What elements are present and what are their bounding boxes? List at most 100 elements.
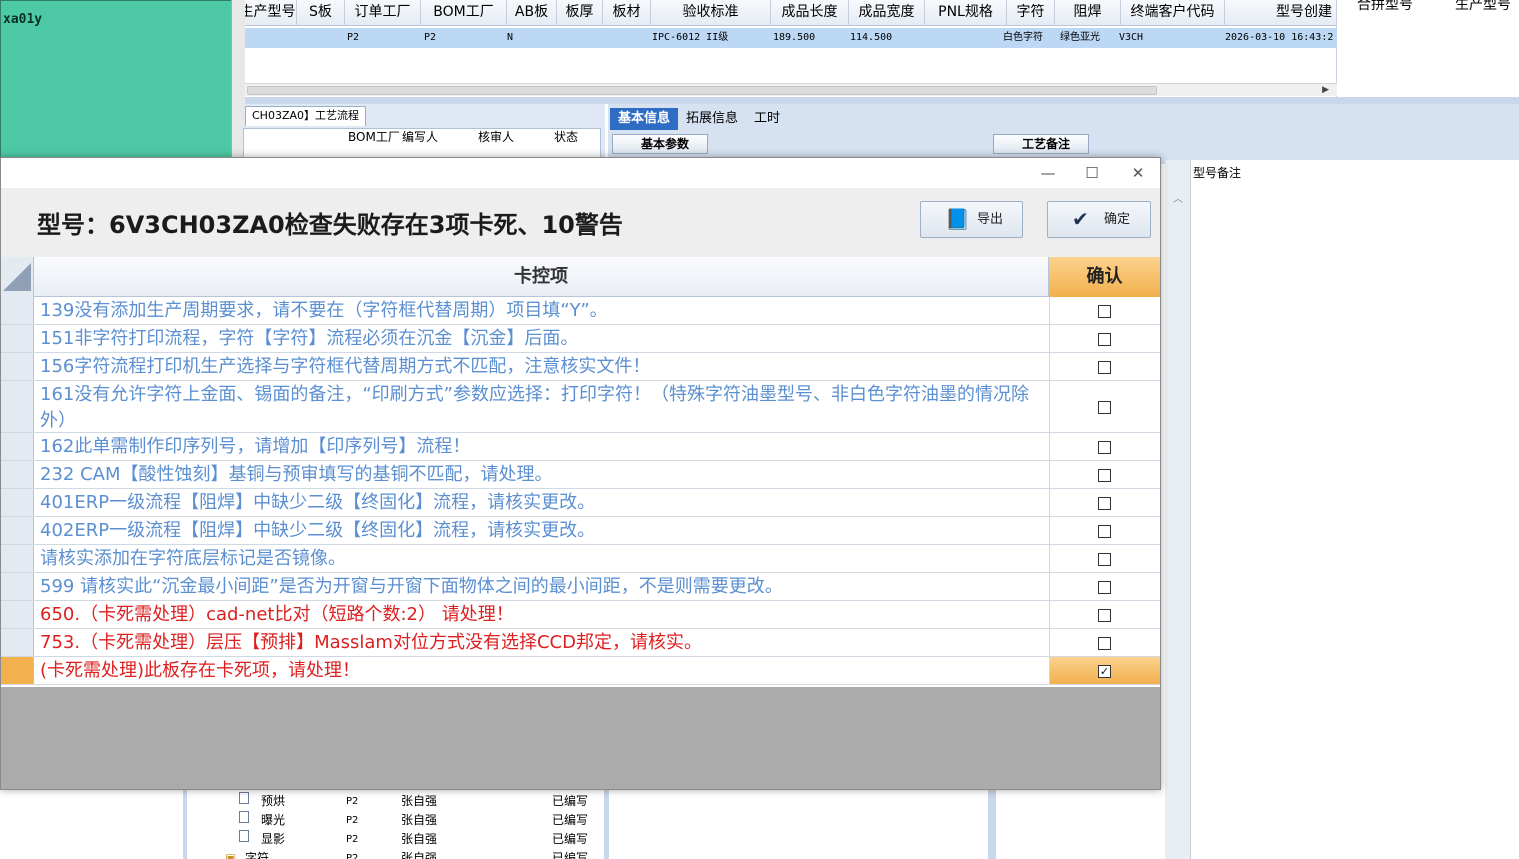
confirm-checkbox[interactable] <box>1098 361 1111 374</box>
tab-basic-info[interactable]: 基本信息 <box>610 108 679 130</box>
select-all-corner[interactable] <box>1 257 34 297</box>
control-item-text: (卡死需处理)此板存在卡死项，请处理！ <box>40 660 361 681</box>
control-item-text: 请核实添加在字符底层标记是否镜像。 <box>40 548 346 569</box>
control-items-table: 卡控项 确认 139没有添加生产周期要求，请不要在（字符框代替周期）项目填“Y”… <box>1 257 1160 687</box>
merge-grid[interactable]: 合拼型号 生产型号 <box>1337 0 1519 97</box>
confirm-checkbox[interactable] <box>1098 441 1111 454</box>
table-row[interactable]: 402ERP一级流程【阻焊】中缺少二级【终固化】流程，请核实更改。 <box>1 517 1160 545</box>
table-row[interactable]: 请核实添加在字符底层标记是否镜像。 <box>1 545 1160 573</box>
row-selector[interactable] <box>1 629 34 656</box>
dialog-empty-area <box>1 687 1160 789</box>
confirm-checkbox[interactable] <box>1098 581 1111 594</box>
pane-divider[interactable] <box>988 790 996 859</box>
col-production-model[interactable]: 生产型号 <box>239 0 297 26</box>
col-solder-mask[interactable]: 阻焊 <box>1055 0 1121 26</box>
table-row[interactable]: 650.（卡死需处理）cad-net比对（短路个数:2） 请处理！ <box>1 601 1160 629</box>
col-thickness[interactable]: 板厚 <box>557 0 603 26</box>
col-production-model-2[interactable]: 生产型号 <box>1455 0 1511 13</box>
row-selector[interactable] <box>1 573 34 600</box>
col-created[interactable]: 型号创建 <box>1225 0 1337 26</box>
maximize-button[interactable]: ☐ <box>1077 162 1107 184</box>
table-row[interactable]: 139没有添加生产周期要求，请不要在（字符框代替周期）项目填“Y”。 <box>1 297 1160 325</box>
table-row[interactable]: 599 请核实此“沉金最小间距”是否为开窗与开窗下面物体之间的最小间距，不是则需… <box>1 573 1160 601</box>
col-character[interactable]: 字符 <box>1007 0 1055 26</box>
dialog-titlebar[interactable]: — ☐ ✕ <box>1 158 1160 188</box>
minimize-button[interactable]: — <box>1033 162 1063 184</box>
close-button[interactable]: ✕ <box>1123 162 1153 184</box>
col-pnl[interactable]: PNL规格 <box>925 0 1007 26</box>
table-row[interactable]: 401ERP一级流程【阻焊】中缺少二级【终固化】流程，请核实更改。 <box>1 489 1160 517</box>
row-selector[interactable] <box>1 433 34 460</box>
confirm-checkbox[interactable] <box>1098 401 1111 414</box>
table-row[interactable]: (卡死需处理)此板存在卡死项，请处理！ ✓ <box>1 657 1160 685</box>
splitter-bar[interactable] <box>243 97 1519 104</box>
scroll-up-icon[interactable]: ︿ <box>1173 190 1183 205</box>
confirm-checkbox[interactable] <box>1098 525 1111 538</box>
tab-process-remark[interactable]: 工艺备注 <box>993 134 1089 154</box>
col-length[interactable]: 成品长度 <box>771 0 849 26</box>
confirm-checkbox[interactable] <box>1098 609 1111 622</box>
export-label: 导出 <box>977 212 1004 227</box>
tree-row[interactable]: ▣ 字符 P2 张自强 已编写 <box>187 849 597 859</box>
tab-basic-params[interactable]: 基本参数 <box>612 134 708 154</box>
model-grid-row[interactable]: P2 P2 N IPC-6012 II级 189.500 114.500 白色字… <box>243 28 1337 48</box>
tab-work-hours[interactable]: 工时 <box>746 108 788 130</box>
row-selector[interactable] <box>1 517 34 544</box>
row-selector[interactable] <box>1 601 34 628</box>
process-tree[interactable]: 预烘 P2 张自强 已编写 曝光 P2 张自强 已编写 显影 P2 张自强 已编… <box>183 790 600 859</box>
col-acceptance[interactable]: 验收标准 <box>651 0 771 26</box>
row-selector[interactable] <box>1 461 34 488</box>
confirm-checkbox[interactable] <box>1098 333 1111 346</box>
row-selector[interactable] <box>1 489 34 516</box>
tree-row[interactable]: 曝光 P2 张自强 已编写 <box>187 811 597 830</box>
confirm-cell <box>1049 433 1160 460</box>
col-merged-model[interactable]: 合拼型号 <box>1357 0 1413 13</box>
row-selector[interactable] <box>1 297 34 324</box>
export-button[interactable]: 📘 导出 <box>920 201 1023 238</box>
scroll-right-icon[interactable]: ▶ <box>1322 85 1329 95</box>
col-width[interactable]: 成品宽度 <box>849 0 925 26</box>
tree-row[interactable]: 预烘 P2 张自强 已编写 <box>187 792 597 811</box>
confirm-checkbox[interactable] <box>1098 497 1111 510</box>
confirm-checkbox[interactable] <box>1098 553 1111 566</box>
tree-row[interactable]: 显影 P2 张自强 已编写 <box>187 830 597 849</box>
info-pane: 基本信息 拓展信息 工时 基本参数 工艺备注 <box>608 104 1519 164</box>
col-order-factory[interactable]: 订单工厂 <box>345 0 421 26</box>
col-status[interactable]: 状态 <box>554 129 578 145</box>
col-s-board[interactable]: S板 <box>297 0 345 26</box>
col-bom-factory[interactable]: BOM工厂 <box>421 0 507 26</box>
table-row[interactable]: 162此单需制作印序列号，请增加【印序列号】流程！ <box>1 433 1160 461</box>
confirm-cell <box>1049 489 1160 516</box>
col-ab-board[interactable]: AB板 <box>507 0 557 26</box>
col-reviewer[interactable]: 核审人 <box>478 129 514 145</box>
model-grid-hscroll[interactable]: ▶ <box>243 83 1337 96</box>
confirm-checkbox[interactable]: ✓ <box>1098 665 1111 678</box>
col-material[interactable]: 板材 <box>603 0 651 26</box>
tab-process-flow[interactable]: CH03ZA0】工艺流程 <box>245 106 367 126</box>
col-process-bom-factory[interactable]: BOM工厂 <box>348 129 400 145</box>
model-grid[interactable]: 生产型号 S板 订单工厂 BOM工厂 AB板 板厚 板材 验收标准 成品长度 成… <box>240 0 1337 97</box>
col-customer-code[interactable]: 终端客户代码 <box>1121 0 1225 26</box>
table-row[interactable]: 161没有允许字符上金面、锡面的备注，“印刷方式”参数应选择：打印字符！（特殊字… <box>1 381 1160 433</box>
row-selector[interactable] <box>1 353 34 380</box>
confirm-checkbox[interactable] <box>1098 469 1111 482</box>
row-selector[interactable] <box>1 657 34 684</box>
col-control-item[interactable]: 卡控项 <box>34 257 1049 297</box>
table-row[interactable]: 151非字符打印流程，字符【字符】流程必须在沉金【沉金】后面。 <box>1 325 1160 353</box>
confirm-checkbox[interactable] <box>1098 637 1111 650</box>
hscroll-thumb[interactable] <box>247 86 1157 95</box>
table-row[interactable]: 156字符流程打印机生产选择与字符框代替周期方式不匹配，注意核实文件！ <box>1 353 1160 381</box>
cell-ab-board: N <box>507 32 514 43</box>
row-selector[interactable] <box>1 545 34 572</box>
tab-extended-info[interactable]: 拓展信息 <box>678 108 746 130</box>
confirm-button[interactable]: ✔ 确定 <box>1047 201 1151 238</box>
note-text: xa01y <box>3 12 43 27</box>
row-selector[interactable] <box>1 325 34 352</box>
table-row[interactable]: 232 CAM【酸性蚀刻】基铜与预审填写的基铜不匹配，请处理。 <box>1 461 1160 489</box>
document-icon <box>239 811 249 823</box>
col-writer[interactable]: 编写人 <box>402 129 438 145</box>
confirm-checkbox[interactable] <box>1098 305 1111 318</box>
table-row[interactable]: 753.（卡死需处理）层压【预排】Masslam对位方式没有选择CCD邦定，请核… <box>1 629 1160 657</box>
row-selector[interactable] <box>1 381 34 432</box>
col-confirm[interactable]: 确认 <box>1049 257 1160 297</box>
